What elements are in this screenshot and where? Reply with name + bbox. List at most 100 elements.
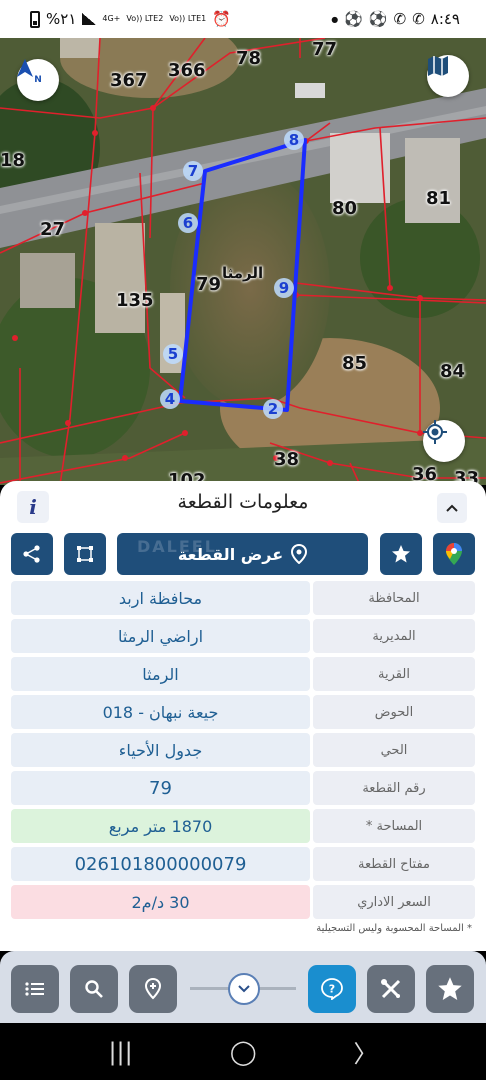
collapse-button[interactable]	[437, 493, 467, 523]
parcel-label: 366	[168, 60, 206, 81]
system-nav-bar: ||| ◯ 〉	[0, 1023, 486, 1080]
star-icon	[438, 977, 462, 1001]
whatsapp-icon: ✆	[393, 10, 407, 28]
polygon-icon	[77, 546, 93, 562]
basin-label: الحوض	[313, 695, 475, 729]
home-button[interactable]: ◯	[230, 1038, 257, 1066]
directorate-label: المديرية	[313, 619, 475, 653]
share-icon	[23, 545, 40, 563]
plot-number-value: 79	[11, 771, 310, 805]
governorate-value: محافظة اربد	[11, 581, 310, 615]
panel-header: i معلومات القطعة	[0, 481, 486, 531]
list-button[interactable]	[11, 965, 59, 1013]
vertex-marker[interactable]: 8	[284, 130, 304, 150]
table-row: 79 رقم القطعة	[11, 771, 475, 805]
network-type-2: Vo)) LTE2	[126, 14, 164, 23]
table-row: جيعة نبهان - 018 الحوض	[11, 695, 475, 729]
area-name-label: الرمثا	[222, 264, 264, 282]
clock-time: ٨:٤٩	[430, 10, 460, 28]
whatsapp-icon: ✆	[412, 10, 425, 28]
parcel-label: 27	[40, 219, 66, 240]
football-icon: ⚽	[344, 10, 363, 28]
vertex-marker[interactable]: 6	[178, 213, 198, 233]
status-bar-left: %٢١ 4G+ Vo)) LTE2 Vo)) LTE1 ⏰	[30, 10, 231, 28]
table-row: محافظة اربد المحافظة	[11, 581, 475, 615]
google-maps-pin-icon	[446, 543, 462, 565]
area-footnote: * المساحة المحسوبة وليس التسجيلية	[316, 923, 472, 934]
area-value: 1870 متر مربع	[11, 809, 310, 843]
table-row: 026101800000079 مفتاح القطعة	[11, 847, 475, 881]
map-icon	[428, 56, 448, 76]
district-label: الحي	[313, 733, 475, 767]
search-button[interactable]	[70, 965, 118, 1013]
village-label: القرية	[313, 657, 475, 691]
tools-button[interactable]	[367, 965, 415, 1013]
map-layers-button[interactable]	[427, 55, 469, 97]
parcel-label: 78	[236, 48, 262, 69]
north-arrow-icon	[17, 59, 33, 77]
area-label: المساحة *	[313, 809, 475, 843]
battery-icon	[30, 10, 40, 28]
panel-title: معلومات القطعة	[177, 491, 309, 513]
plot-number-label: رقم القطعة	[313, 771, 475, 805]
map-imagery	[0, 38, 486, 485]
my-location-button[interactable]	[423, 420, 465, 462]
parcel-label: 81	[426, 188, 452, 209]
alarm-icon: ⏰	[212, 10, 231, 28]
show-plot-button[interactable]: DALEEL عرض القطعة	[117, 533, 368, 575]
plot-info-panel: i معلومات القطعة DALEEL عرض القطعة محافظ…	[0, 481, 486, 951]
status-bar-right: ● ⚽ ⚽ ✆ ✆ ٨:٤٩	[331, 10, 460, 28]
governorate-label: المحافظة	[313, 581, 475, 615]
location-pin-icon	[144, 978, 162, 1000]
parcel-label: 367	[110, 70, 148, 91]
vertex-marker[interactable]: 2	[263, 399, 283, 419]
google-maps-button[interactable]	[433, 533, 475, 575]
share-button[interactable]	[11, 533, 53, 575]
north-letter-icon: N	[34, 74, 42, 85]
parcel-label: 38	[274, 449, 300, 470]
parcel-label: 18	[0, 150, 26, 171]
compass-button[interactable]: N	[17, 59, 59, 101]
notification-dot-icon: ●	[331, 14, 339, 24]
favorite-button[interactable]	[380, 533, 422, 575]
back-button[interactable]: 〉	[354, 1034, 378, 1069]
admin-price-value: 30 د/م2	[11, 885, 310, 919]
table-row: 1870 متر مربع المساحة *	[11, 809, 475, 843]
vertex-marker[interactable]: 9	[274, 278, 294, 298]
add-location-button[interactable]	[129, 965, 177, 1013]
parcel-label: 135	[116, 290, 154, 311]
village-value: الرمثا	[11, 657, 310, 691]
directorate-value: اراضي الرمثا	[11, 619, 310, 653]
plot-bounds-button[interactable]	[64, 533, 106, 575]
star-icon	[392, 545, 410, 563]
list-icon	[25, 982, 44, 996]
favorites-button[interactable]	[426, 965, 474, 1013]
panel-toolbar: DALEEL عرض القطعة	[11, 533, 475, 575]
vertex-marker[interactable]: 4	[160, 389, 180, 409]
district-value: جدول الأحياء	[11, 733, 310, 767]
chevron-down-icon	[238, 985, 250, 993]
vertex-marker[interactable]: 7	[183, 161, 203, 181]
crosshair-icon	[423, 420, 447, 444]
help-button[interactable]: ?	[308, 965, 356, 1013]
parcel-label: 80	[332, 198, 358, 219]
table-row: اراضي الرمثا المديرية	[11, 619, 475, 653]
table-row: الرمثا القرية	[11, 657, 475, 691]
plot-key-value: 026101800000079	[11, 847, 310, 881]
basin-value: جيعة نبهان - 018	[11, 695, 310, 729]
table-row: جدول الأحياء الحي	[11, 733, 475, 767]
satellite-map[interactable]: 367 366 78 77 18 27 135 80 81 85 84 38 3…	[0, 38, 486, 485]
battery-level: %٢١	[46, 10, 77, 28]
network-type-3: Vo)) LTE1	[169, 14, 207, 23]
location-pin-icon	[291, 544, 308, 564]
admin-price-label: السعر الاداري	[313, 885, 475, 919]
search-icon	[85, 980, 103, 998]
parcel-label: 85	[342, 353, 368, 374]
panel-slider-knob[interactable]	[228, 973, 260, 1005]
vertex-marker[interactable]: 5	[163, 344, 183, 364]
selected-plot-label: 79	[196, 274, 222, 295]
bottom-toolbar: ?	[0, 951, 486, 1023]
status-bar: %٢١ 4G+ Vo)) LTE2 Vo)) LTE1 ⏰ ● ⚽ ⚽ ✆ ✆ …	[0, 0, 486, 38]
recents-button[interactable]: |||	[108, 1038, 132, 1066]
parcel-label: 84	[440, 361, 466, 382]
